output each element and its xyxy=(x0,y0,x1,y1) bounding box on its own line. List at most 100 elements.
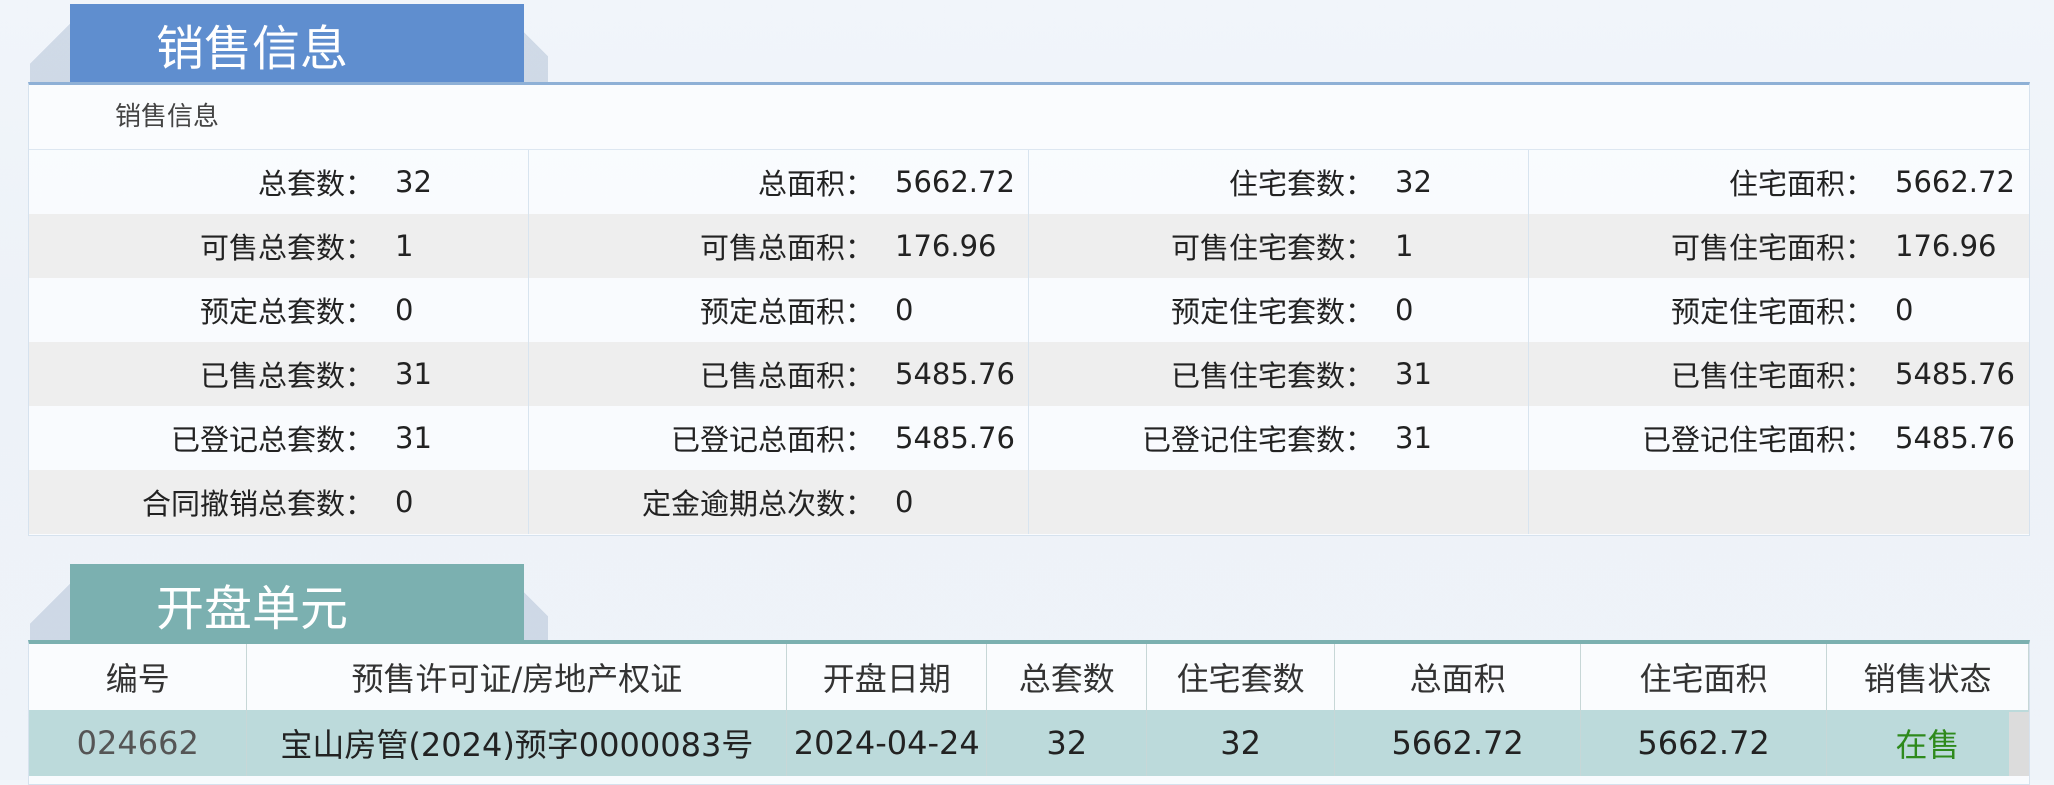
sales-info-cell: 总面积： 5662.72 xyxy=(529,150,1029,214)
sales-info-cell: 已售总面积： 5485.76 xyxy=(529,342,1029,406)
field-value: 31 xyxy=(1395,421,1432,455)
column-header: 住宅面积 xyxy=(1580,644,1828,710)
field-label: 住宅面积 xyxy=(1728,167,1845,201)
column-header: 开盘日期 xyxy=(786,644,988,710)
field-colon: ： xyxy=(1845,167,1875,201)
column-header: 总套数 xyxy=(986,644,1148,710)
field-value: 176.96 xyxy=(895,229,997,263)
table-header-row: 编号 预售许可证/房地产权证 开盘日期 总套数 住宅套数 总面积 住宅面积 销售状态 xyxy=(29,644,2029,710)
field-value: 0 xyxy=(395,293,414,327)
field-value: 32 xyxy=(395,165,432,199)
field-value: 0 xyxy=(395,485,414,519)
field-value: 31 xyxy=(1395,357,1432,391)
field-colon: ： xyxy=(1845,295,1875,329)
table-cell: 宝山房管(2024)预字0000083号 xyxy=(246,710,788,776)
sales-info-cell: 已登记总面积： 5485.76 xyxy=(529,406,1029,470)
field-label: 可售总面积 xyxy=(699,231,845,265)
field-value: 5485.76 xyxy=(895,421,1015,455)
scrollbar[interactable] xyxy=(2009,712,2029,776)
field-label: 已售住宅面积 xyxy=(1670,359,1845,393)
sales-info-subtitle: 销售信息 xyxy=(29,85,2029,150)
field-colon: ： xyxy=(1345,423,1375,457)
opening-units-panel: 编号 预售许可证/房地产权证 开盘日期 总套数 住宅套数 总面积 住宅面积 销售状态 0246… xyxy=(28,640,2030,785)
unit-id-cell[interactable]: 024662 xyxy=(29,710,248,776)
column-header: 总面积 xyxy=(1334,644,1582,710)
field-value: 5662.72 xyxy=(895,165,1015,199)
field-colon: ： xyxy=(845,167,875,201)
column-header: 销售状态 xyxy=(1826,644,2029,710)
column-header: 住宅套数 xyxy=(1146,644,1336,710)
sales-info-cell: 已登记住宅面积： 5485.76 xyxy=(1529,406,2029,470)
sales-info-cell: 总套数： 32 xyxy=(29,150,529,214)
sales-info-row: 合同撤销总套数： 0 定金逾期总次数： 0 xyxy=(29,470,2029,534)
sales-info-row: 总套数： 32 总面积： 5662.72 住宅套数： 32 住宅面积： 5662.72 xyxy=(29,150,2029,214)
field-label: 已售总套数 xyxy=(199,359,345,393)
field-label: 可售住宅套数 xyxy=(1170,231,1345,265)
field-colon: ： xyxy=(1345,359,1375,393)
field-label: 住宅套数 xyxy=(1228,167,1345,201)
table-row[interactable]: 024662 宝山房管(2024)预字0000083号 2024-04-24 32 32… xyxy=(29,710,2029,776)
field-value: 5485.76 xyxy=(895,357,1015,391)
sales-info-cell: 已售住宅面积： 5485.76 xyxy=(1529,342,2029,406)
field-colon: ： xyxy=(345,423,375,457)
opening-units-tab[interactable]: 开盘单元 xyxy=(30,564,548,644)
sales-info-cell: 已售住宅套数： 31 xyxy=(1029,342,1529,406)
field-value: 31 xyxy=(395,421,432,455)
field-value: 31 xyxy=(395,357,432,391)
field-colon: ： xyxy=(845,423,875,457)
sales-info-cell: 可售总套数： 1 xyxy=(29,214,529,278)
sales-info-cell: 预定住宅面积： 0 xyxy=(1529,278,2029,342)
field-value: 5662.72 xyxy=(1895,165,2015,199)
sales-info-cell: 合同撤销总套数： 0 xyxy=(29,470,529,534)
field-colon: ： xyxy=(345,295,375,329)
sales-info-cell xyxy=(1529,470,2029,534)
column-header: 编号 xyxy=(29,644,248,710)
table-cell: 32 xyxy=(1146,710,1336,776)
field-label: 已登记总面积 xyxy=(670,423,845,457)
field-label: 预定住宅面积 xyxy=(1670,295,1845,329)
field-colon: ： xyxy=(845,487,875,521)
table-cell: 5662.72 xyxy=(1580,710,1828,776)
field-value: 5485.76 xyxy=(1895,421,2015,455)
sales-info-row: 已登记总套数： 31 已登记总面积： 5485.76 已登记住宅套数： 31 已登记住宅面积… xyxy=(29,406,2029,470)
field-colon: ： xyxy=(845,295,875,329)
field-colon: ： xyxy=(1845,231,1875,265)
sales-info-cell: 已登记总套数： 31 xyxy=(29,406,529,470)
sales-info-tab[interactable]: 销售信息 xyxy=(30,4,548,84)
field-label: 已售住宅套数 xyxy=(1170,359,1345,393)
table-cell: 32 xyxy=(986,710,1148,776)
field-colon: ： xyxy=(1345,167,1375,201)
sales-info-cell: 已售总套数： 31 xyxy=(29,342,529,406)
field-label: 已登记总套数 xyxy=(170,423,345,457)
field-value: 1 xyxy=(395,229,414,263)
column-header: 预售许可证/房地产权证 xyxy=(246,644,788,710)
field-colon: ： xyxy=(1345,295,1375,329)
sales-info-row: 可售总套数： 1 可售总面积： 176.96 可售住宅套数： 1 可售住宅面积： 176.96 xyxy=(29,214,2029,278)
field-colon: ： xyxy=(345,167,375,201)
field-label: 预定总套数 xyxy=(199,295,345,329)
field-colon: ： xyxy=(345,231,375,265)
sales-info-tab-title: 销售信息 xyxy=(155,21,348,77)
field-colon: ： xyxy=(845,359,875,393)
field-value: 1 xyxy=(1395,229,1414,263)
field-label: 已售总面积 xyxy=(699,359,845,393)
sales-info-cell: 已登记住宅套数： 31 xyxy=(1029,406,1529,470)
field-value: 0 xyxy=(1895,293,1914,327)
opening-units-tab-title: 开盘单元 xyxy=(155,581,348,637)
field-value: 0 xyxy=(895,293,914,327)
sales-info-cell: 预定住宅套数： 0 xyxy=(1029,278,1529,342)
field-label: 总面积 xyxy=(757,167,845,201)
field-label: 可售总套数 xyxy=(199,231,345,265)
field-value: 5485.76 xyxy=(1895,357,2015,391)
sales-info-cell: 住宅套数： 32 xyxy=(1029,150,1529,214)
field-label: 可售住宅面积 xyxy=(1670,231,1845,265)
sales-info-row: 已售总套数： 31 已售总面积： 5485.76 已售住宅套数： 31 已售住宅面积： 548… xyxy=(29,342,2029,406)
field-label: 总套数 xyxy=(257,167,345,201)
sales-info-cell: 可售住宅面积： 176.96 xyxy=(1529,214,2029,278)
sales-info-cell: 预定总套数： 0 xyxy=(29,278,529,342)
field-colon: ： xyxy=(845,231,875,265)
sales-info-cell: 预定总面积： 0 xyxy=(529,278,1029,342)
field-value: 0 xyxy=(1395,293,1414,327)
field-value: 176.96 xyxy=(1895,229,1997,263)
sales-info-row: 预定总套数： 0 预定总面积： 0 预定住宅套数： 0 预定住宅面积： 0 xyxy=(29,278,2029,342)
